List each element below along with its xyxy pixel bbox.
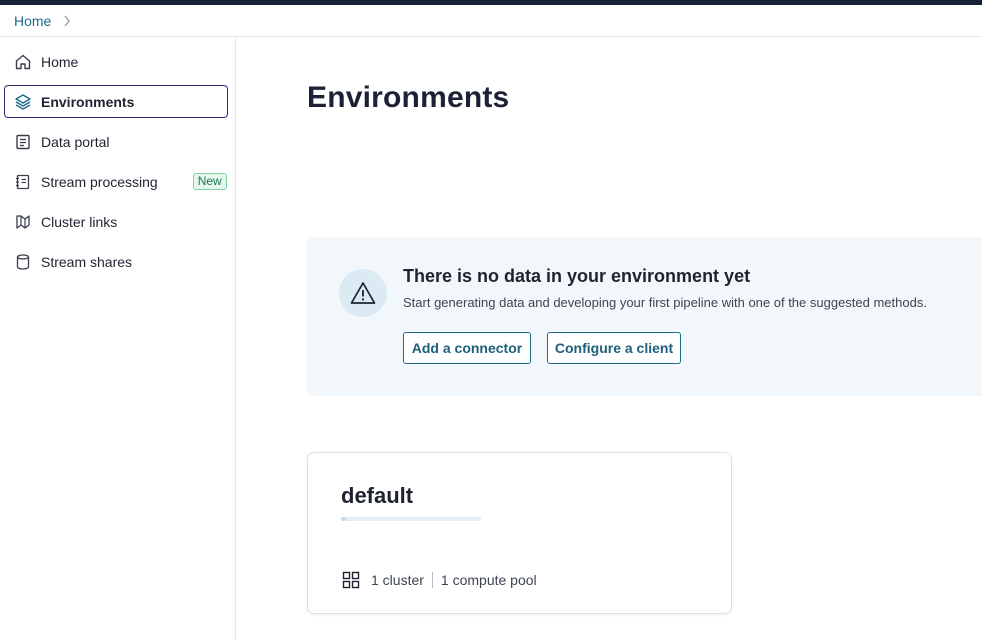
- home-icon: [13, 52, 33, 72]
- meta-divider: [431, 572, 433, 588]
- sidebar-item-label: Stream shares: [41, 253, 133, 270]
- sidebar-item-environments[interactable]: Environments: [4, 85, 228, 118]
- configure-client-button[interactable]: Configure a client: [547, 332, 681, 364]
- environment-name: default: [341, 483, 414, 508]
- sidebar-item-label: Home: [41, 53, 79, 70]
- cluster-link-icon: [13, 212, 33, 232]
- page-title: Environments: [307, 81, 510, 114]
- sidebar-item-cluster-links[interactable]: Cluster links: [4, 205, 228, 238]
- empty-state-description: Start generating data and developing you…: [403, 295, 927, 310]
- environment-card[interactable]: default 1 cluster 1 compute pool: [307, 452, 732, 614]
- sidebar-item-label: Cluster links: [41, 213, 118, 230]
- sidebar-item-home[interactable]: Home: [4, 45, 228, 78]
- add-connector-button[interactable]: Add a connector: [403, 332, 531, 364]
- breadcrumb: Home: [0, 5, 982, 37]
- environment-usage-bar: [341, 517, 481, 521]
- new-badge: New: [192, 173, 227, 190]
- grid-icon: [341, 570, 361, 590]
- empty-state-title: There is no data in your environment yet: [403, 266, 751, 286]
- sidebar-item-label: Data portal: [41, 133, 110, 150]
- sidebar: Home Environments Data portal Stream pro…: [0, 37, 236, 640]
- cluster-count: 1 cluster: [371, 572, 424, 588]
- chevron-right-icon: [61, 15, 73, 27]
- document-icon: [13, 132, 33, 152]
- compute-pool-count: 1 compute pool: [440, 572, 537, 588]
- breadcrumb-home-link[interactable]: Home: [14, 13, 51, 29]
- sidebar-item-stream-processing[interactable]: Stream processing New: [4, 165, 228, 198]
- main-content: Environments There is no data in your en…: [237, 37, 982, 640]
- warning-icon: [339, 269, 387, 317]
- database-icon: [13, 252, 33, 272]
- notebook-icon: [13, 172, 33, 192]
- environment-meta: 1 cluster 1 compute pool: [341, 570, 537, 590]
- sidebar-item-stream-shares[interactable]: Stream shares: [4, 245, 228, 278]
- sidebar-item-data-portal[interactable]: Data portal: [4, 125, 228, 158]
- layers-icon: [13, 92, 33, 112]
- sidebar-item-label: Environments: [41, 93, 135, 110]
- empty-state-banner: There is no data in your environment yet…: [307, 237, 982, 396]
- sidebar-item-label: Stream processing: [41, 173, 158, 190]
